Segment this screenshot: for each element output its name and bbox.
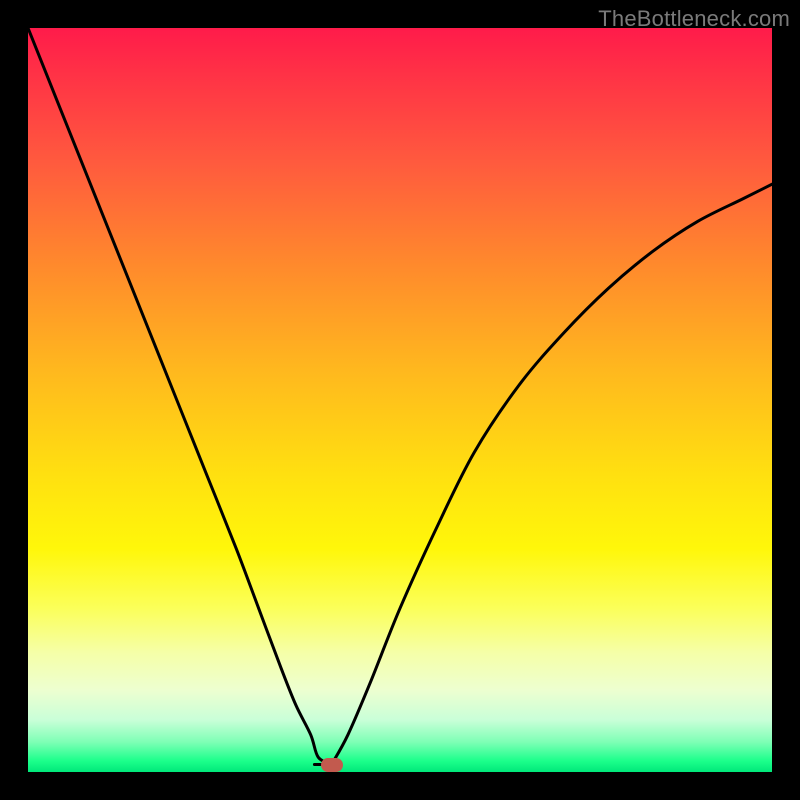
bottleneck-curve <box>28 28 772 772</box>
plot-area <box>28 28 772 772</box>
watermark-text: TheBottleneck.com <box>598 6 790 32</box>
chart-frame: TheBottleneck.com <box>0 0 800 800</box>
optimal-marker <box>321 758 343 772</box>
